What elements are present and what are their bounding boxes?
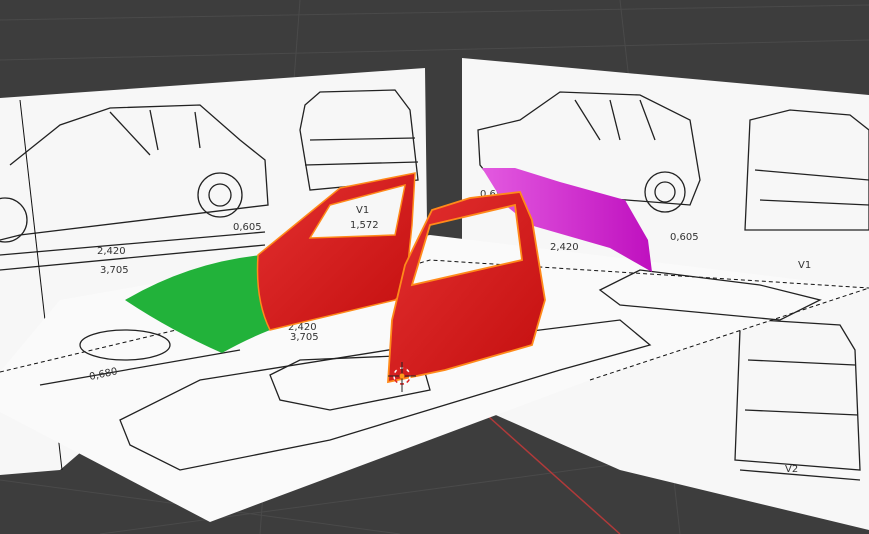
dim-label: 2,420 [97, 246, 126, 257]
dim-label: 0,605 [670, 232, 699, 243]
dim-label: V1 [798, 260, 811, 271]
scene[interactable]: 0,605 0,680 V1 V2 2,420 3,705 0,605 V1 1… [0, 0, 869, 534]
dim-label: 3,705 [290, 332, 319, 343]
3d-viewport[interactable]: 0,605 0,680 V1 V2 2,420 3,705 0,605 V1 1… [0, 0, 869, 534]
dim-label: 0,605 [233, 222, 262, 233]
dim-label: V2 [785, 464, 798, 475]
dim-label: 2,420 [550, 242, 579, 253]
dim-label: 3,705 [100, 265, 129, 276]
dim-label: V1 [356, 205, 369, 216]
dim-label: 1,572 [350, 220, 379, 231]
